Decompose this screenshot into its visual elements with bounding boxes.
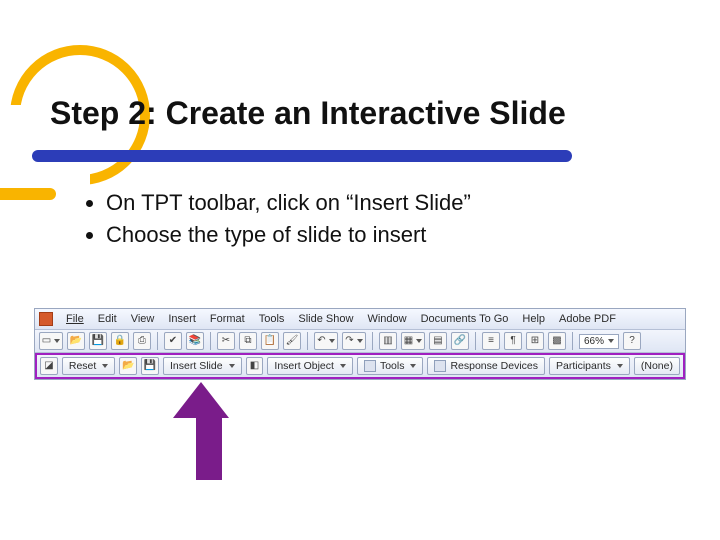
permission-icon[interactable]: 🔒 — [111, 332, 129, 350]
separator — [372, 332, 373, 350]
arrow-shaft — [196, 418, 222, 480]
separator — [475, 332, 476, 350]
copy-icon[interactable]: ⧉ — [239, 332, 257, 350]
menu-adobe-pdf[interactable]: Adobe PDF — [552, 311, 623, 327]
menu-format[interactable]: Format — [203, 311, 252, 327]
arrow-head-icon — [173, 382, 229, 418]
menu-help[interactable]: Help — [515, 311, 552, 327]
menu-documents-to-go[interactable]: Documents To Go — [414, 311, 516, 327]
response-devices-button[interactable]: Response Devices — [427, 357, 545, 375]
insert-slide-button[interactable]: Insert Slide — [163, 357, 242, 375]
menu-tools[interactable]: Tools — [252, 311, 292, 327]
tools-button[interactable]: Tools — [357, 357, 424, 375]
bullet-item: Choose the type of slide to insert — [106, 222, 471, 248]
insert-slide-label: Insert Slide — [170, 360, 223, 372]
reset-label: Reset — [69, 360, 96, 372]
open-icon[interactable]: 📂 — [67, 332, 85, 350]
table-icon[interactable]: ▦ — [401, 332, 425, 350]
tools-icon — [364, 360, 376, 372]
bullet-list: On TPT toolbar, click on “Insert Slide” … — [86, 190, 471, 254]
new-icon[interactable]: ▭ — [39, 332, 63, 350]
toolbar-screenshot: File Edit View Insert Format Tools Slide… — [34, 308, 686, 380]
callout-arrow — [188, 382, 229, 480]
tpt-toolbar: ◪ Reset 📂 💾 Insert Slide ◧ Insert Object… — [35, 353, 685, 379]
menu-bar: File Edit View Insert Format Tools Slide… — [35, 309, 685, 330]
menu-insert[interactable]: Insert — [161, 311, 203, 327]
insert-object-button[interactable]: Insert Object — [267, 357, 353, 375]
print-icon[interactable]: ⎙ — [133, 332, 151, 350]
lightning-icon — [434, 360, 446, 372]
help-icon[interactable]: ? — [623, 332, 641, 350]
redo-icon[interactable]: ↷ — [342, 332, 366, 350]
hyperlink-icon[interactable]: 🔗 — [451, 332, 469, 350]
save-icon[interactable]: 💾 — [89, 332, 107, 350]
separator — [572, 332, 573, 350]
save-session-icon[interactable]: 💾 — [141, 357, 159, 375]
decorative-bar-yellow — [0, 188, 56, 200]
show-formatting-icon[interactable]: ¶ — [504, 332, 522, 350]
slide-title: Step 2: Create an Interactive Slide — [50, 95, 566, 132]
bullet-item: On TPT toolbar, click on “Insert Slide” — [106, 190, 471, 216]
menu-edit[interactable]: Edit — [91, 311, 124, 327]
grid-icon[interactable]: ⊞ — [526, 332, 544, 350]
app-icon — [39, 312, 53, 326]
convert-icon[interactable]: ◧ — [246, 357, 264, 375]
tools-label: Tools — [380, 360, 405, 372]
paste-icon[interactable]: 📋 — [261, 332, 279, 350]
format-painter-icon[interactable]: 🖌 — [283, 332, 301, 350]
tpt-app-icon[interactable]: ◪ — [40, 357, 58, 375]
insert-object-label: Insert Object — [274, 360, 334, 372]
cut-icon[interactable]: ✂ — [217, 332, 235, 350]
tables-borders-icon[interactable]: ▤ — [429, 332, 447, 350]
separator — [307, 332, 308, 350]
separator — [157, 332, 158, 350]
color-icon[interactable]: ▩ — [548, 332, 566, 350]
menu-slide-show[interactable]: Slide Show — [291, 311, 360, 327]
decorative-bar-blue — [32, 150, 572, 162]
response-devices-label: Response Devices — [450, 360, 538, 372]
chart-icon[interactable]: ▥ — [379, 332, 397, 350]
reset-button[interactable]: Reset — [62, 357, 115, 375]
zoom-select[interactable]: 66% — [579, 334, 619, 349]
participants-button[interactable]: Participants — [549, 357, 630, 375]
spellcheck-icon[interactable]: ✔ — [164, 332, 182, 350]
participants-value-label: (None) — [641, 360, 673, 372]
menu-window[interactable]: Window — [360, 311, 413, 327]
participants-value[interactable]: (None) — [634, 357, 680, 375]
menu-file[interactable]: File — [59, 311, 91, 327]
undo-icon[interactable]: ↶ — [314, 332, 338, 350]
standard-toolbar: ▭ 📂 💾 🔒 ⎙ ✔ 📚 ✂ ⧉ 📋 🖌 ↶ ↷ ▥ ▦ ▤ 🔗 ≡ ¶ ⊞ … — [35, 330, 685, 353]
research-icon[interactable]: 📚 — [186, 332, 204, 350]
open-session-icon[interactable]: 📂 — [119, 357, 137, 375]
participants-label: Participants — [556, 360, 611, 372]
separator — [210, 332, 211, 350]
expand-all-icon[interactable]: ≡ — [482, 332, 500, 350]
menu-view[interactable]: View — [124, 311, 162, 327]
